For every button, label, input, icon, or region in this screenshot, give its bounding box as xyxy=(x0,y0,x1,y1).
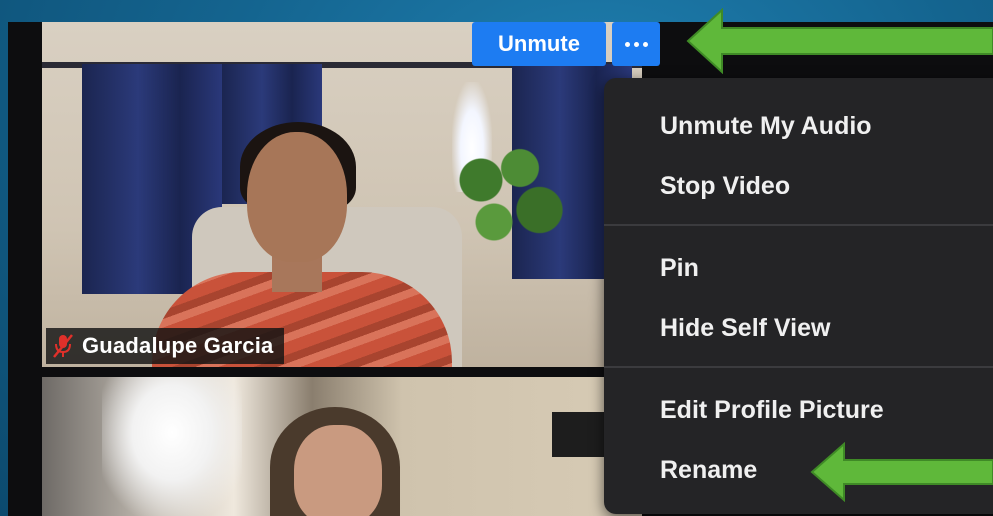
participant-face xyxy=(247,132,347,262)
menu-item-rename[interactable]: Rename xyxy=(660,450,757,490)
dot xyxy=(624,41,630,47)
menu-item-pin[interactable]: Pin xyxy=(660,248,699,288)
green-arrow-icon xyxy=(810,442,993,502)
ellipsis-icon[interactable] xyxy=(612,22,660,66)
wall-sign xyxy=(552,412,612,457)
menu-divider xyxy=(604,224,993,226)
menu-item-stop-video[interactable]: Stop Video xyxy=(660,166,790,206)
participant-face xyxy=(294,425,382,516)
unmute-button[interactable]: Unmute xyxy=(472,22,606,66)
menu-item-hide-self-view[interactable]: Hide Self View xyxy=(660,308,830,348)
green-arrow-icon xyxy=(686,8,993,74)
participant-name-tag: Guadalupe Garcia xyxy=(46,328,284,364)
menu-item-edit-profile-picture[interactable]: Edit Profile Picture xyxy=(660,390,884,430)
menu-divider xyxy=(604,366,993,368)
participant-name: Guadalupe Garcia xyxy=(82,333,274,358)
video-tile-self[interactable] xyxy=(42,22,642,367)
dot xyxy=(633,41,639,47)
menu-item-unmute-audio[interactable]: Unmute My Audio xyxy=(660,106,872,146)
video-tile-participant[interactable] xyxy=(42,377,642,516)
dot xyxy=(642,41,648,47)
mic-muted-icon xyxy=(53,334,73,358)
window-light xyxy=(102,377,242,516)
